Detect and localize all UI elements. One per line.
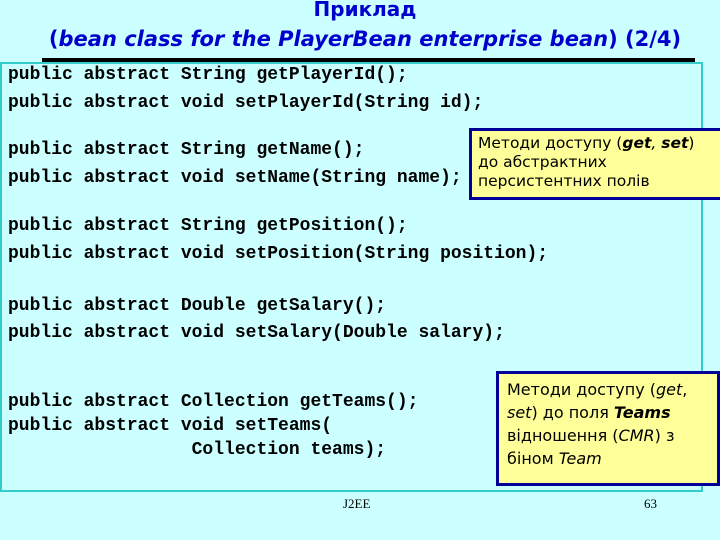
code-line: public abstract Collection getTeams(); [8, 392, 419, 412]
subtitle-part: (2/4) [617, 27, 682, 51]
callout-text: ) з [654, 426, 675, 445]
callout-comma: , [682, 380, 688, 399]
callout-set: set [507, 403, 532, 422]
callout-teams: Teams [613, 403, 671, 422]
code-line: public abstract String getPlayerId(); [8, 65, 408, 85]
callout-comma: , [651, 134, 662, 152]
code-line: public abstract void setSalary(Double sa… [8, 323, 505, 343]
callout-team: Team [558, 449, 602, 468]
callout-get: get [656, 380, 683, 399]
code-line: public abstract void setName(String name… [8, 168, 462, 188]
code-line: Collection teams); [8, 440, 387, 460]
callout-2-line-1: Методи доступу (get, [507, 378, 709, 401]
code-line: public abstract String getName(); [8, 140, 365, 160]
callout-set: set [661, 134, 689, 152]
code-line: public abstract void setTeams( [8, 416, 333, 436]
footer-label: J2EE [343, 496, 371, 511]
subtitle-close-paren: ) [608, 27, 618, 51]
page-number: 63 [644, 496, 657, 511]
callout-text: Методи доступу ( [507, 380, 656, 399]
callout-2-line-3: відношення (CMR) з [507, 424, 709, 447]
callout-get: get [622, 134, 652, 152]
callout-2-line-2: set) до поля Teams [507, 401, 709, 424]
callout-text: відношення ( [507, 426, 619, 445]
callout-1-line-3: персистентних полів [478, 172, 650, 190]
code-line: public abstract void setPosition(String … [8, 244, 549, 264]
callout-persistent-fields: Методи доступу (get, set) до абстрактних… [469, 128, 720, 200]
callout-text: ) [688, 134, 695, 152]
callout-1-line-1: Методи доступу (get, set) [478, 134, 714, 153]
callout-text: ) до поля [531, 403, 614, 422]
callout-1-line-2: до абстрактних [478, 153, 607, 171]
code-line: public abstract String getPosition(); [8, 216, 408, 236]
callout-text: біном [507, 449, 559, 468]
callout-cmr-field: Методи доступу (get, set) до поля Teams … [496, 371, 720, 486]
callout-cmr: CMR [618, 426, 655, 445]
callout-2-line-4: біном Team [507, 447, 709, 470]
callout-text: Методи доступу ( [478, 134, 623, 152]
subtitle-italic-text: bean class for the PlayerBean enterprise… [58, 27, 609, 51]
code-line: public abstract void setPlayerId(String … [8, 93, 484, 113]
code-line: public abstract Double getSalary(); [8, 296, 387, 316]
slide-title: Приклад [313, 0, 417, 21]
subtitle-open-paren: ( [48, 27, 59, 51]
slide-subtitle: (bean class for the PlayerBean enterpris… [5, 27, 720, 51]
